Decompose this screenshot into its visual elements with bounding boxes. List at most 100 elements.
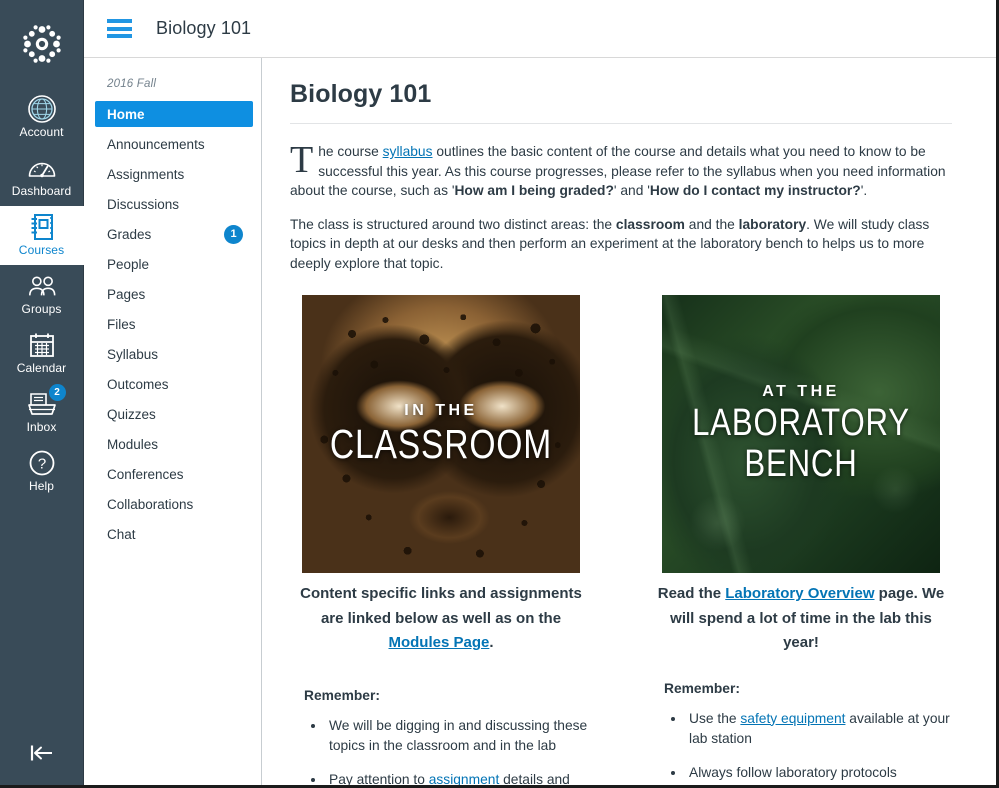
course-nav-item-announcements[interactable]: Announcements (95, 131, 253, 157)
page-title: Biology 101 (290, 80, 432, 108)
global-nav-label: Calendar (16, 361, 67, 375)
laboratory-column: AT THE LABORATORY BENCH Read the Laborat… (650, 295, 952, 785)
course-nav-label: Quizzes (107, 406, 156, 422)
laboratory-overview-link[interactable]: Laboratory Overview (725, 585, 874, 602)
course-nav-item-modules[interactable]: Modules (95, 431, 253, 457)
intro-text-4: '. (860, 183, 868, 198)
global-nav-item-inbox[interactable]: 2 Inbox (0, 383, 84, 442)
laboratory-image-headline-line2: BENCH (744, 443, 858, 485)
list-item: We will be digging in and discussing the… (326, 716, 592, 756)
grades-badge: 1 (224, 224, 243, 244)
course-nav-item-home[interactable]: Home (95, 101, 253, 127)
question-circle-icon: ? (27, 448, 57, 478)
course-nav-item-discussions[interactable]: Discussions (95, 191, 253, 217)
course-nav-label: Conferences (107, 466, 184, 482)
classroom-image-headline: CLASSROOM (329, 421, 553, 467)
course-nav-item-assignments[interactable]: Assignments (95, 161, 253, 187)
intro-bold-instructor: How do I contact my instructor? (649, 183, 861, 198)
course-nav-item-syllabus[interactable]: Syllabus (95, 341, 253, 367)
list-item: Pay attention to assignment details and … (326, 770, 592, 786)
global-nav-item-help[interactable]: ? Help (0, 442, 84, 501)
course-nav-label: Chat (107, 526, 136, 542)
structure-paragraph: The class is structured around two disti… (290, 215, 952, 274)
global-navigation-sidebar: Account Dashboard Courses Groups Calenda… (0, 0, 84, 785)
course-nav-label: Pages (107, 286, 146, 302)
global-nav-item-dashboard[interactable]: Dashboard (0, 147, 84, 206)
list-item: Always follow laboratory protocols (686, 763, 952, 783)
course-nav-label: Modules (107, 436, 159, 452)
course-navigation-menu: 2016 Fall Home Announcements Assignments… (84, 58, 262, 785)
course-nav-item-quizzes[interactable]: Quizzes (95, 401, 253, 427)
drop-cap-letter: T (290, 139, 314, 181)
course-body: 2016 Fall Home Announcements Assignments… (84, 58, 996, 785)
intro-text-1: he course (318, 144, 383, 159)
structure-bold-classroom: classroom (615, 216, 685, 232)
classroom-bullet-2-text-1: Pay attention to (329, 771, 429, 786)
classroom-caption-text-1: Content specific links and assignments a… (300, 585, 582, 627)
global-nav-label: Account (19, 125, 64, 139)
structure-text-2: and the (684, 216, 739, 232)
laboratory-caption: Read the Laboratory Overview page. We wi… (650, 582, 952, 656)
global-nav-label: Dashboard (11, 184, 72, 198)
course-nav-label: Announcements (107, 136, 205, 152)
global-nav-item-courses[interactable]: Courses (0, 206, 84, 265)
global-nav-item-groups[interactable]: Groups (0, 265, 84, 324)
title-divider (290, 123, 952, 124)
laboratory-image-headline-line1: LABORATORY (692, 402, 910, 444)
course-nav-label: Home (107, 106, 145, 122)
syllabus-link[interactable]: syllabus (383, 144, 433, 159)
classroom-leopard-image[interactable]: IN THE CLASSROOM (302, 295, 580, 573)
inbox-unread-badge: 2 (48, 384, 66, 401)
hamburger-menu-icon[interactable] (107, 19, 132, 38)
globe-avatar-icon (27, 94, 57, 124)
classroom-caption: Content specific links and assignments a… (290, 582, 592, 656)
laboratory-caption-text-1: Read the (657, 585, 726, 602)
modules-page-link[interactable]: Modules Page (388, 634, 489, 651)
classroom-bullet-1-text: We will be digging in and discussing the… (329, 717, 588, 753)
structure-bold-laboratory: laboratory (738, 216, 807, 232)
assignment-link[interactable]: assignment (429, 772, 500, 786)
classroom-image-kicker: IN THE (404, 402, 478, 419)
structure-text-1: The class is structured around two disti… (290, 216, 616, 232)
course-nav-item-collaborations[interactable]: Collaborations (95, 491, 253, 517)
course-topbar: Biology 101 (84, 0, 996, 58)
course-nav-item-pages[interactable]: Pages (95, 281, 253, 307)
lab-bullet-1-text-1: Use the (689, 710, 741, 726)
course-nav-label: Grades (107, 226, 152, 242)
canvas-logo-icon[interactable] (16, 18, 68, 70)
course-nav-item-chat[interactable]: Chat (95, 521, 253, 547)
safety-equipment-link[interactable]: safety equipment (740, 711, 845, 726)
course-nav-item-grades[interactable]: Grades 1 (95, 221, 253, 247)
classroom-image-overlay-text: IN THE CLASSROOM (302, 402, 580, 466)
main-pane: Biology 101 2016 Fall Home Announcements… (84, 0, 996, 785)
course-nav-label: Outcomes (107, 376, 169, 392)
course-nav-item-people[interactable]: People (95, 251, 253, 277)
laboratory-image-overlay-text: AT THE LABORATORY BENCH (662, 383, 940, 485)
course-nav-label: People (107, 256, 150, 272)
course-nav-label: Files (107, 316, 136, 332)
laboratory-bench-image[interactable]: AT THE LABORATORY BENCH (662, 295, 940, 573)
classroom-column: IN THE CLASSROOM Content specific links … (290, 295, 592, 785)
course-nav-label: Syllabus (107, 346, 159, 362)
course-nav-item-files[interactable]: Files (95, 311, 253, 337)
global-nav-item-account[interactable]: Account (0, 88, 84, 147)
notebook-icon (27, 212, 57, 242)
classroom-remember-label: Remember: (304, 687, 380, 703)
global-nav-label: Groups (21, 302, 62, 316)
laboratory-image-kicker: AT THE (762, 383, 840, 400)
course-nav-item-conferences[interactable]: Conferences (95, 461, 253, 487)
global-nav-item-calendar[interactable]: Calendar (0, 324, 84, 383)
people-icon (27, 271, 57, 301)
lab-bullet-2-text: Always follow laboratory protocols (689, 764, 897, 780)
intro-text-3: ' and ' (613, 183, 650, 198)
course-nav-label: Discussions (107, 196, 180, 212)
inbox-tray-icon: 2 (27, 384, 66, 419)
course-nav-item-outcomes[interactable]: Outcomes (95, 371, 253, 397)
intro-bold-graded: How am I being graded? (454, 183, 614, 198)
collapse-left-arrow-icon[interactable] (0, 729, 84, 785)
course-home-content: Biology 101 The course syllabus outlines… (262, 58, 996, 785)
breadcrumb-course-title: Biology 101 (156, 18, 252, 38)
svg-text:?: ? (37, 456, 45, 473)
course-term-label: 2016 Fall (107, 78, 157, 90)
laboratory-remember-label: Remember: (664, 680, 740, 696)
